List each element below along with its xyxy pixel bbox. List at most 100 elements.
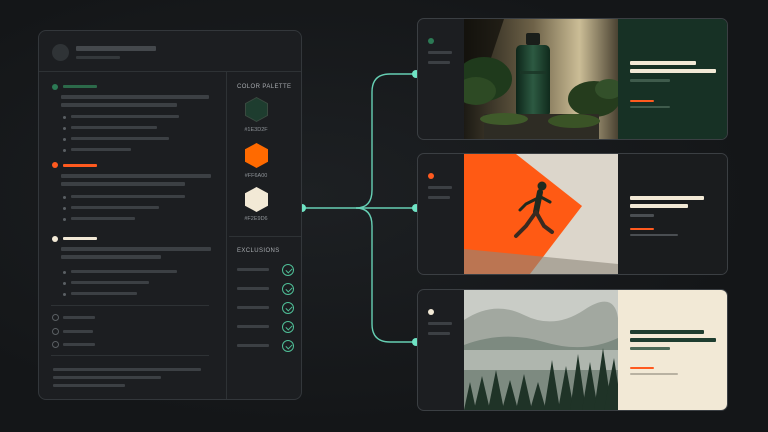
divider <box>229 236 301 237</box>
header-title-placeholder <box>76 46 156 51</box>
text-line <box>61 95 209 99</box>
bullet <box>63 218 66 221</box>
exclusion-line <box>237 325 269 328</box>
card-meta-line <box>630 234 678 236</box>
check-icon[interactable] <box>282 321 294 333</box>
card-meta-line <box>630 373 678 375</box>
section-orange-label <box>63 164 97 167</box>
bullet <box>63 207 66 210</box>
card-sidebar <box>418 154 465 274</box>
list-line <box>63 330 93 333</box>
exclusions-title: EXCLUSIONS <box>237 248 280 254</box>
swatch-green[interactable] <box>245 97 268 122</box>
header-subtitle-placeholder <box>76 56 120 59</box>
card-title-line <box>630 330 704 334</box>
check-icon[interactable] <box>282 340 294 352</box>
ring-bullet <box>52 328 59 335</box>
check-icon[interactable] <box>282 283 294 295</box>
list-line <box>71 195 185 198</box>
text-line <box>61 247 211 251</box>
swatch-orange-hex: #FF6A00 <box>244 173 268 179</box>
card-accent-line <box>630 367 654 369</box>
card-sidebar-line <box>428 186 452 189</box>
card-green-dot <box>428 38 434 44</box>
runner-card[interactable] <box>417 153 728 275</box>
card-text-panel <box>618 19 727 139</box>
card-text-panel <box>618 290 727 410</box>
card-sidebar <box>418 19 465 139</box>
list-line <box>71 148 131 151</box>
exclusion-line <box>237 268 269 271</box>
swatch-green-hex: #1E3D2F <box>244 127 268 133</box>
card-accent-line <box>630 228 654 230</box>
check-icon[interactable] <box>282 264 294 276</box>
panel-header <box>39 31 301 72</box>
color-palette-title: COLOR PALETTE <box>237 84 292 90</box>
green-bottle-product-photo <box>464 19 618 139</box>
bullet <box>63 138 66 141</box>
divider <box>51 355 209 356</box>
footer-line <box>53 384 125 387</box>
swatch-cream-fill <box>246 188 267 211</box>
forest-card[interactable] <box>417 289 728 411</box>
list-line <box>71 281 149 284</box>
section-green-label <box>63 85 97 88</box>
card-title-line <box>630 338 716 342</box>
list-line <box>71 217 135 220</box>
runner-orange-wall-photo <box>464 154 618 274</box>
list-line <box>71 270 177 273</box>
card-text-panel <box>618 154 727 274</box>
card-meta-line <box>630 106 670 108</box>
bullet <box>63 282 66 285</box>
divider <box>51 305 209 306</box>
panel-column-divider <box>226 71 227 399</box>
section-green-dot <box>52 84 58 90</box>
swatch-cream-hex: #F2E9D6 <box>244 216 268 222</box>
list-line <box>71 137 169 140</box>
bullet <box>63 271 66 274</box>
footer-line <box>53 376 161 379</box>
text-line <box>61 174 211 178</box>
card-title-line <box>630 69 716 73</box>
bullet <box>63 116 66 119</box>
card-sidebar-line <box>428 322 452 325</box>
misty-forest-photo <box>464 290 618 410</box>
text-line <box>61 103 177 107</box>
text-line <box>61 182 185 186</box>
list-line <box>63 316 95 319</box>
card-sidebar-line <box>428 332 450 335</box>
card-title-line <box>630 204 688 208</box>
text-line <box>61 255 161 259</box>
card-sidebar-line <box>428 61 450 64</box>
swatch-orange[interactable] <box>245 143 268 168</box>
ring-bullet <box>52 314 59 321</box>
card-meta-line <box>630 347 670 350</box>
list-line <box>71 206 159 209</box>
card-title-line <box>630 61 696 65</box>
bullet <box>63 293 66 296</box>
swatch-green-fill <box>246 98 267 121</box>
card-title-line <box>630 196 704 200</box>
exclusion-line <box>237 306 269 309</box>
brief-panel: COLOR PALETTE #1E3D2F #FF6A00 #F2E9D6 EX… <box>38 30 302 400</box>
card-meta-line <box>630 214 654 217</box>
check-icon[interactable] <box>282 302 294 314</box>
list-line <box>63 343 95 346</box>
section-cream-label <box>63 237 97 240</box>
list-line <box>71 292 137 295</box>
card-orange-dot <box>428 173 434 179</box>
exclusion-line <box>237 287 269 290</box>
product-bottle-card[interactable] <box>417 18 728 140</box>
swatch-cream[interactable] <box>245 187 268 212</box>
list-line <box>71 126 157 129</box>
card-meta-line <box>630 79 670 82</box>
card-accent-line <box>630 100 654 102</box>
swatch-orange-fill <box>246 144 267 167</box>
avatar <box>52 44 69 61</box>
exclusion-line <box>237 344 269 347</box>
bullet <box>63 127 66 130</box>
card-cream-dot <box>428 309 434 315</box>
card-sidebar-line <box>428 196 450 199</box>
section-orange-dot <box>52 162 58 168</box>
bullet <box>63 149 66 152</box>
